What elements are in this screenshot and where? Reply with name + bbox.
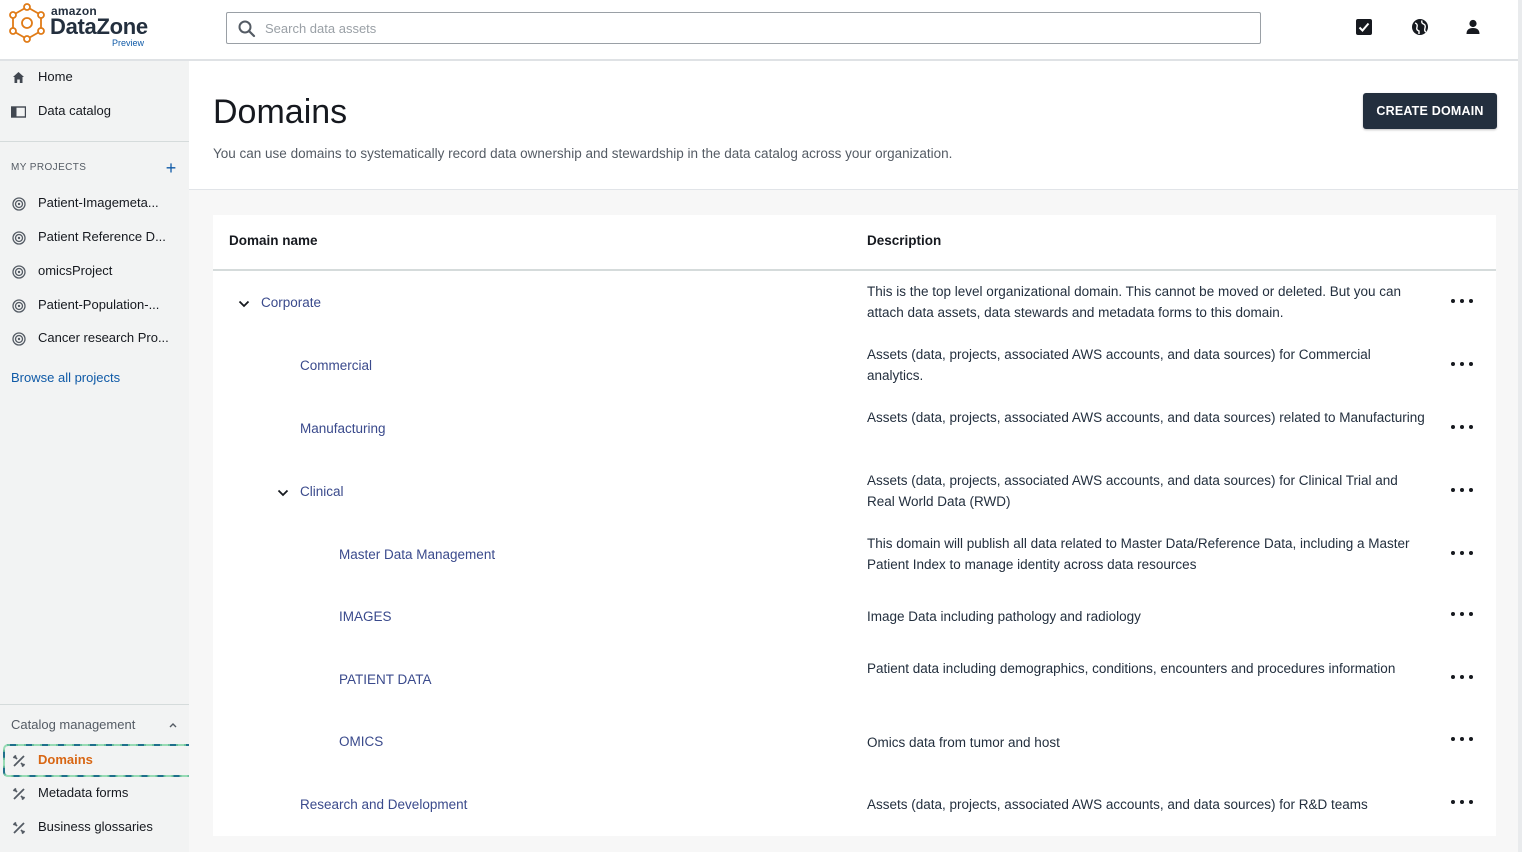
tools-icon [11, 753, 26, 768]
search-icon [238, 20, 256, 38]
domain-description: This domain will publish all data relate… [867, 536, 1410, 572]
page-header: Domains You can use domains to systemati… [189, 61, 1518, 190]
table-row: Commercial Assets (data, projects, assoc… [213, 334, 1496, 397]
project-icon [11, 264, 26, 279]
domain-link[interactable]: Master Data Management [339, 547, 495, 562]
create-domain-button[interactable]: CREATE DOMAIN [1363, 93, 1497, 129]
sidebar-item-project[interactable]: Patient-Imagemeta... [0, 189, 189, 217]
sidebar: Home Data catalog MY PROJECTS + Patient-… [0, 61, 189, 852]
domain-link[interactable]: Commercial [300, 358, 372, 373]
sidebar-item-business-glossaries[interactable]: Business glossaries [0, 813, 189, 841]
table-row: Corporate This is the top level organiza… [213, 271, 1496, 334]
domain-link[interactable]: Corporate [261, 295, 321, 310]
domain-description: Assets (data, projects, associated AWS a… [867, 473, 1398, 509]
table-row: Manufacturing Assets (data, projects, as… [213, 397, 1496, 460]
more-actions-icon[interactable] [1451, 357, 1473, 371]
catalog-management-heading[interactable]: Catalog management [11, 717, 135, 732]
more-actions-icon[interactable] [1451, 795, 1473, 809]
sidebar-item-metadata-forms[interactable]: Metadata forms [0, 779, 189, 807]
sidebar-item-project[interactable]: Patient Reference D... [0, 223, 189, 251]
datazone-logo[interactable]: amazon DataZone Preview [6, 3, 166, 49]
sidebar-divider [0, 141, 189, 142]
project-icon [11, 298, 26, 313]
more-actions-icon[interactable] [1451, 546, 1473, 560]
domain-description: Image Data including pathology and radio… [867, 609, 1141, 624]
catalog-icon [11, 104, 26, 119]
domain-description: Patient data including demographics, con… [867, 661, 1396, 676]
sidebar-item-project[interactable]: omicsProject [0, 257, 189, 285]
sidebar-item-label: Patient-Population-... [38, 297, 160, 312]
domain-link[interactable]: Clinical [300, 484, 344, 499]
column-header-description: Description [867, 233, 942, 248]
user-icon[interactable] [1462, 16, 1484, 38]
browse-all-projects-link[interactable]: Browse all projects [11, 370, 120, 385]
column-header-domain-name: Domain name [229, 233, 318, 248]
globe-icon[interactable] [1409, 16, 1431, 38]
sidebar-item-domains[interactable]: Domains [0, 746, 189, 774]
domain-description: Assets (data, projects, associated AWS a… [867, 410, 1425, 425]
more-actions-icon[interactable] [1451, 732, 1473, 746]
table-row: IMAGES Image Data including pathology an… [213, 585, 1496, 648]
sidebar-item-data-catalog[interactable]: Data catalog [0, 97, 189, 125]
project-icon [11, 196, 26, 211]
sidebar-item-project[interactable]: Cancer research Pro... [0, 324, 189, 352]
logo-product-name: DataZone [50, 14, 148, 39]
more-actions-icon[interactable] [1451, 483, 1473, 497]
more-actions-icon[interactable] [1451, 607, 1473, 621]
sidebar-item-label: Cancer research Pro... [38, 330, 169, 345]
sidebar-item-label: omicsProject [38, 263, 113, 278]
sidebar-item-label: Domains [38, 752, 93, 767]
sidebar-item-label: Home [38, 69, 73, 84]
my-projects-heading: MY PROJECTS [11, 162, 87, 173]
home-icon [11, 70, 26, 85]
sidebar-divider [0, 704, 189, 705]
domain-description: Omics data from tumor and host [867, 735, 1060, 750]
search-bar[interactable] [226, 12, 1261, 44]
sidebar-item-label: Patient-Imagemeta... [38, 195, 159, 210]
table-row: Research and Development Assets (data, p… [213, 773, 1496, 836]
logo-preview-tag: Preview [112, 38, 145, 48]
domains-table: Domain name Description Corporate This i… [213, 215, 1496, 836]
chevron-down-icon[interactable] [276, 486, 290, 500]
domain-link[interactable]: Research and Development [300, 797, 467, 812]
table-row: Clinical Assets (data, projects, associa… [213, 459, 1496, 522]
domain-description: This is the top level organizational dom… [867, 284, 1402, 320]
window-scrollbar[interactable] [1518, 0, 1522, 852]
project-icon [11, 230, 26, 245]
more-actions-icon[interactable] [1451, 294, 1473, 308]
tasks-checkbox-icon[interactable] [1353, 16, 1375, 38]
table-row: PATIENT DATA Patient data including demo… [213, 648, 1496, 711]
domain-description: Assets (data, projects, associated AWS a… [867, 347, 1371, 383]
datazone-logo-icon [9, 3, 45, 43]
sidebar-item-label: Data catalog [38, 103, 111, 118]
chevron-up-icon[interactable] [168, 720, 178, 730]
chevron-down-icon[interactable] [237, 297, 251, 311]
domain-link[interactable]: OMICS [339, 734, 383, 749]
sidebar-item-home[interactable]: Home [0, 63, 189, 91]
table-row: Master Data Management This domain will … [213, 522, 1496, 585]
domain-link[interactable]: IMAGES [339, 609, 392, 624]
sidebar-item-label: Business glossaries [38, 819, 153, 834]
more-actions-icon[interactable] [1451, 670, 1473, 684]
project-icon [11, 331, 26, 346]
sidebar-item-label: Patient Reference D... [38, 229, 166, 244]
domain-link[interactable]: Manufacturing [300, 421, 386, 436]
page-title: Domains [213, 93, 348, 131]
table-row: OMICS Omics data from tumor and host [213, 711, 1496, 774]
tools-icon [11, 786, 26, 801]
main-content: Domains You can use domains to systemati… [189, 61, 1518, 852]
add-project-icon[interactable]: + [163, 159, 179, 177]
domain-link[interactable]: PATIENT DATA [339, 672, 432, 687]
page-description: You can use domains to systematically re… [213, 146, 953, 161]
domain-description: Assets (data, projects, associated AWS a… [867, 797, 1368, 812]
more-actions-icon[interactable] [1451, 420, 1473, 434]
search-input[interactable] [265, 17, 1245, 39]
sidebar-item-project[interactable]: Patient-Population-... [0, 291, 189, 319]
top-bar: amazon DataZone Preview [0, 0, 1522, 61]
sidebar-item-label: Metadata forms [38, 785, 129, 800]
tools-icon [11, 820, 26, 835]
